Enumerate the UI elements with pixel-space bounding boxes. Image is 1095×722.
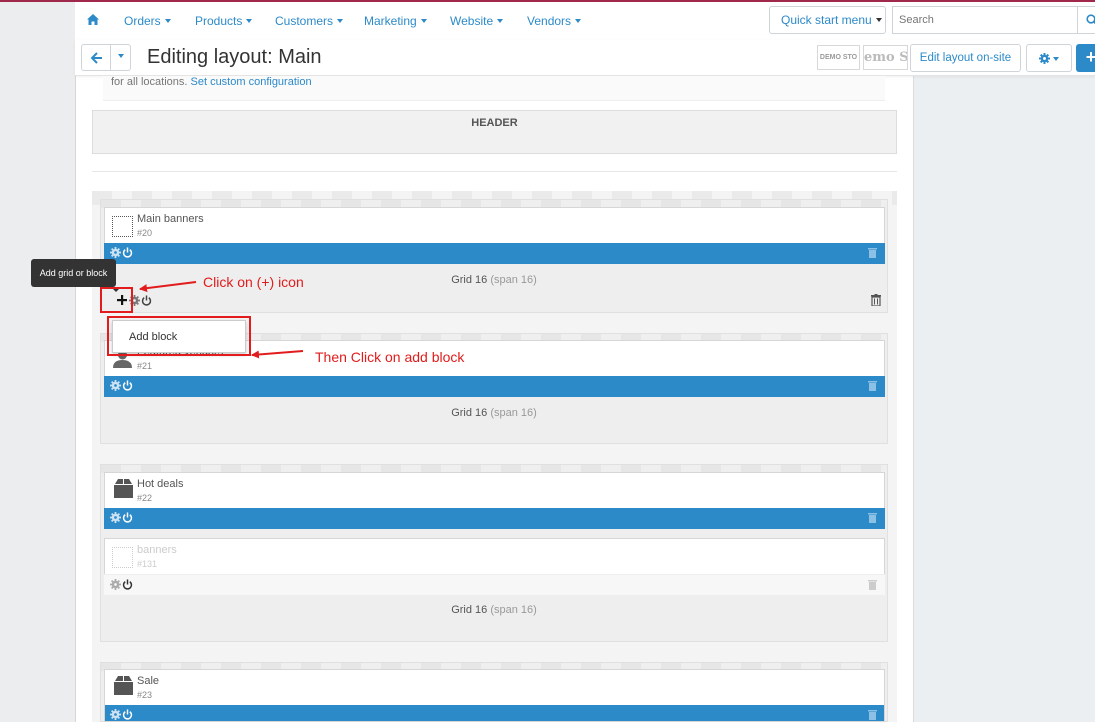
annotation-click-add-block: Then Click on add block (315, 349, 465, 365)
annotation-click-plus: Click on (+) icon (203, 274, 304, 290)
annotation-arrows (139, 281, 304, 359)
